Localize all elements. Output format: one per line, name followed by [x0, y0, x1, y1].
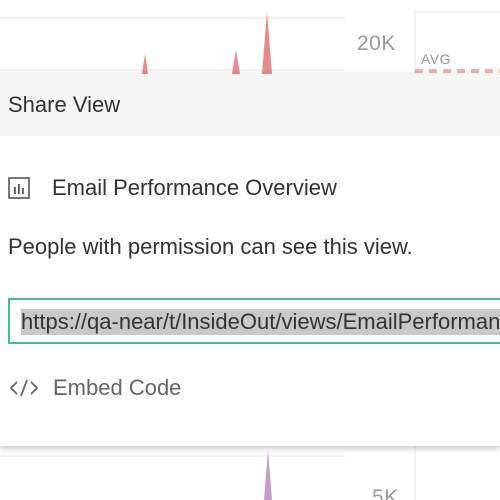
share-url-field[interactable]: https://qa-near/t/InsideOut/views/EmailP…: [8, 298, 500, 344]
share-view-screen: 20K AVG 5K Share View Email Performance: [0, 0, 500, 500]
embed-code-link[interactable]: Embed Code: [8, 374, 181, 402]
axis-label-bottom: 5K: [372, 486, 399, 500]
axis-label-top: 20K: [357, 32, 396, 55]
dialog-header: Share View: [0, 74, 500, 136]
dialog-title: Share View: [8, 92, 121, 117]
spike-mark: [232, 50, 240, 74]
bar-chart-icon: [8, 177, 30, 199]
spike-mark: [142, 54, 148, 74]
dashboard-chart-bottom: [0, 446, 416, 500]
embed-code-label[interactable]: Embed Code: [53, 375, 181, 401]
share-view-dialog: Share View Email Performance Overview Pe…: [0, 74, 500, 446]
spike-mark: [262, 12, 272, 74]
dashboard-background-top: 20K AVG: [0, 0, 500, 74]
view-info-row: Email Performance Overview: [8, 174, 337, 202]
share-url-text[interactable]: https://qa-near/t/InsideOut/views/EmailP…: [21, 309, 500, 335]
code-icon: [8, 377, 40, 399]
avg-label: AVG: [421, 51, 452, 67]
dashboard-background-bottom: 5K: [0, 446, 500, 500]
permission-text: People with permission can see this view…: [8, 234, 413, 259]
view-name: Email Performance Overview: [52, 175, 337, 200]
spike-mark: [264, 450, 272, 500]
